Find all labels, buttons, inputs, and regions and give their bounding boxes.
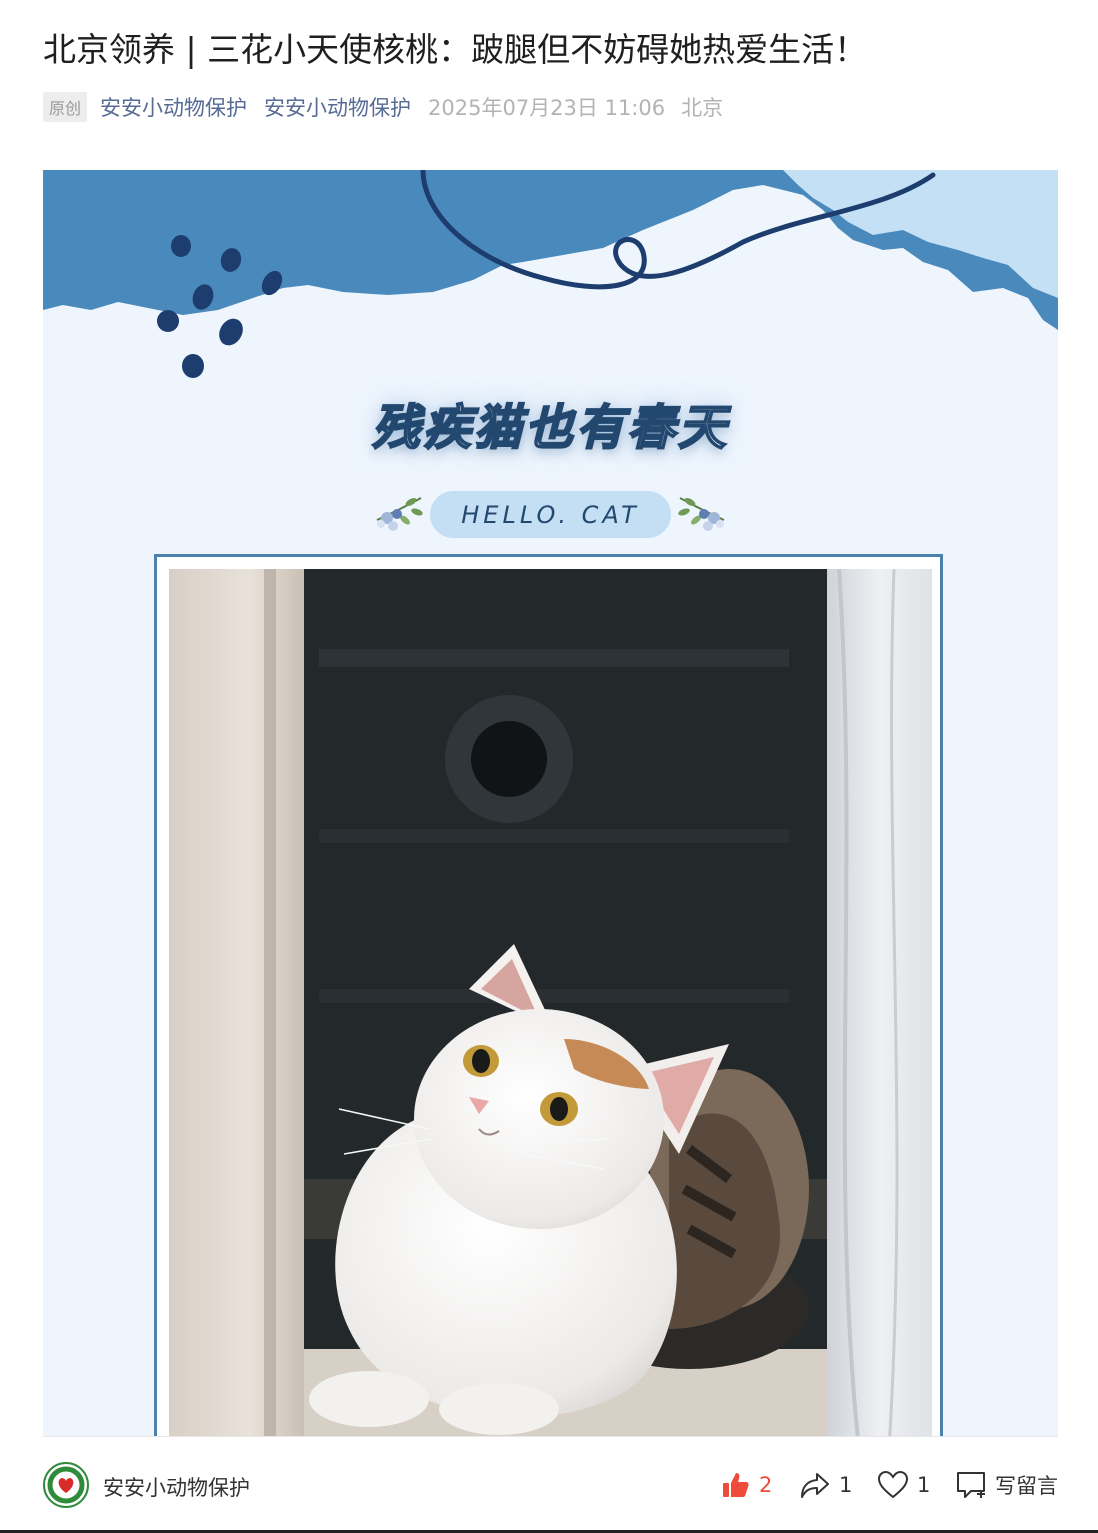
bottom-divider — [43, 1436, 1058, 1437]
account-avatar[interactable] — [43, 1462, 89, 1508]
article-title: 北京领养 | 三花小天使核桃：跛腿但不妨碍她热爱生活！ — [43, 30, 868, 69]
like-button[interactable]: 2 — [721, 1468, 772, 1502]
original-badge: 原创 — [43, 92, 88, 122]
write-comment-label: 写留言 — [995, 1474, 1058, 1498]
author-link[interactable]: 安安小动物保护 — [100, 92, 247, 122]
share-count: 1 — [839, 1473, 853, 1497]
article-banner-image: 残疾猫也有春天 HELLO. CAT — [43, 170, 1058, 1436]
account-link[interactable]: 安安小动物保护 — [264, 92, 411, 122]
share-button[interactable]: 1 — [799, 1468, 852, 1502]
share-icon — [801, 1473, 829, 1498]
photo-frame — [154, 554, 943, 1436]
bottom-action-bar: 安安小动物保护 2 1 1 写留言 — [43, 1460, 1058, 1510]
flower-right-icon — [678, 497, 725, 531]
thumbs-up-icon — [723, 1473, 749, 1497]
favorite-count: 1 — [917, 1473, 931, 1497]
favorite-button[interactable]: 1 — [877, 1468, 930, 1502]
banner-headline: 残疾猫也有春天 — [371, 399, 729, 457]
publish-datetime: 2025年07月23日 11:06 — [428, 96, 666, 120]
write-comment-button[interactable]: 写留言 — [955, 1468, 1058, 1502]
hello-cat-label: HELLO. CAT — [430, 491, 671, 538]
flower-left-icon — [376, 497, 423, 531]
account-name[interactable]: 安安小动物保护 — [103, 1472, 250, 1502]
like-count: 2 — [759, 1473, 773, 1497]
heart-icon — [877, 1470, 909, 1499]
publish-location: 北京 — [681, 96, 724, 120]
comment-icon — [957, 1472, 985, 1498]
article-meta: 原创 安安小动物保护 安安小动物保护 2025年07月23日 11:06 北京 — [43, 92, 739, 122]
cat-photo — [169, 569, 932, 1436]
